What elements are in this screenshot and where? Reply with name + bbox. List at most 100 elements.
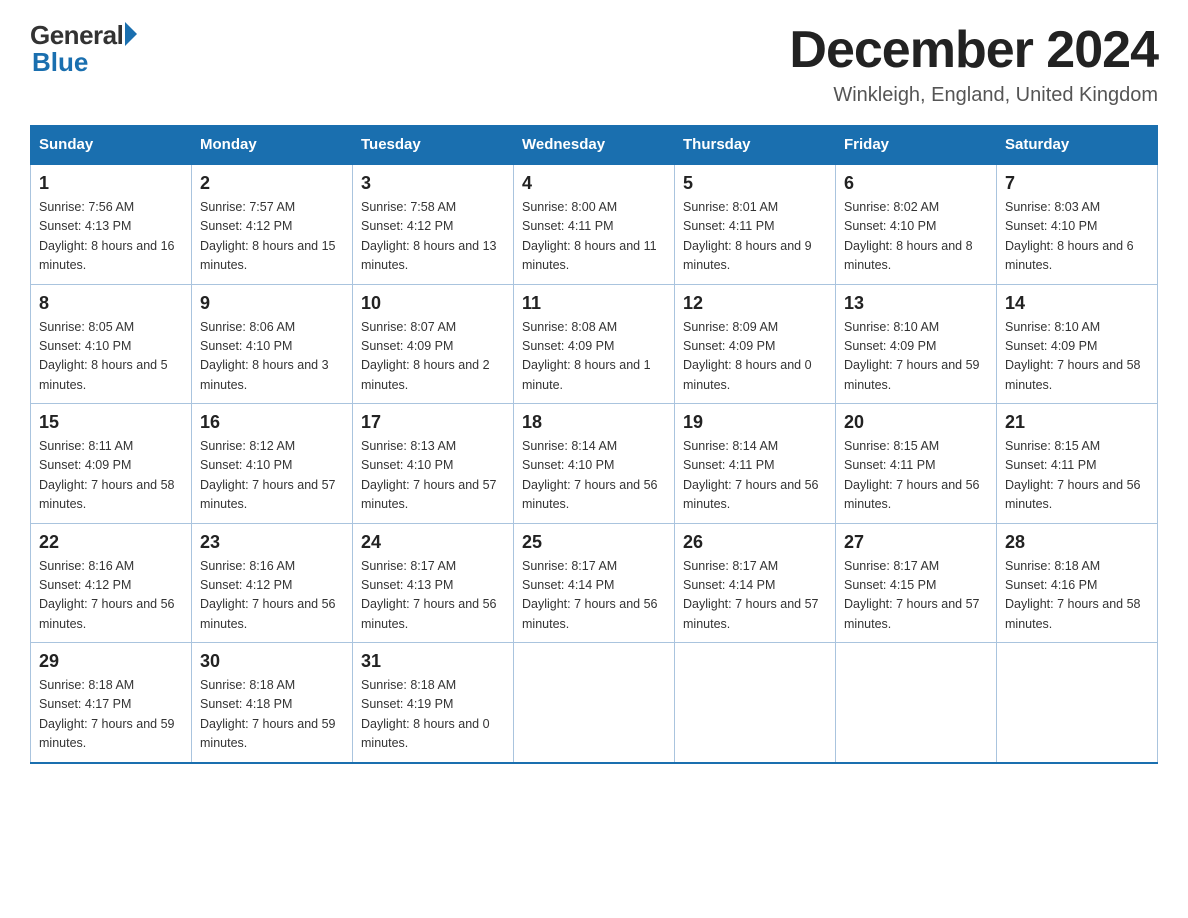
day-number: 16 (200, 412, 344, 433)
day-number: 21 (1005, 412, 1149, 433)
calendar-week-row: 22 Sunrise: 8:16 AMSunset: 4:12 PMDayligh… (31, 523, 1158, 643)
calendar-cell: 11Sunrise: 8:08 AMSunset: 4:09 PMDayligh… (514, 284, 675, 404)
calendar-cell: 26Sunrise: 8:17 AMSunset: 4:14 PMDayligh… (675, 523, 836, 643)
day-info: Sunrise: 8:16 AMSunset: 4:12 PMDaylight:… (39, 557, 183, 635)
day-number: 24 (361, 532, 505, 553)
logo-triangle-icon (125, 22, 137, 46)
col-saturday: Saturday (997, 126, 1158, 165)
day-info: Sunrise: 8:05 AMSunset: 4:10 PMDaylight:… (39, 318, 183, 396)
day-number: 8 (39, 293, 183, 314)
day-info: Sunrise: 7:57 AMSunset: 4:12 PMDaylight:… (200, 198, 344, 276)
logo-blue-text: Blue (32, 47, 88, 78)
page-header: General Blue December 2024 Winkleigh, En… (30, 20, 1158, 107)
col-thursday: Thursday (675, 126, 836, 165)
day-info: Sunrise: 7:58 AMSunset: 4:12 PMDaylight:… (361, 198, 505, 276)
day-info: Sunrise: 8:18 AMSunset: 4:18 PMDaylight:… (200, 676, 344, 754)
calendar-cell: 30 Sunrise: 8:18 AMSunset: 4:18 PMDayligh… (192, 643, 353, 763)
day-number: 17 (361, 412, 505, 433)
calendar-cell: 23Sunrise: 8:16 AMSunset: 4:12 PMDayligh… (192, 523, 353, 643)
calendar-cell: 10 Sunrise: 8:07 AMSunset: 4:09 PMDayligh… (353, 284, 514, 404)
calendar-cell: 27 Sunrise: 8:17 AMSunset: 4:15 PMDayligh… (836, 523, 997, 643)
day-info: Sunrise: 8:02 AMSunset: 4:10 PMDaylight:… (844, 198, 988, 276)
day-info: Sunrise: 8:10 AMSunset: 4:09 PMDaylight:… (1005, 318, 1149, 396)
day-number: 23 (200, 532, 344, 553)
calendar-cell: 18 Sunrise: 8:14 AMSunset: 4:10 PMDayligh… (514, 404, 675, 524)
day-info: Sunrise: 8:07 AMSunset: 4:09 PMDaylight:… (361, 318, 505, 396)
calendar-cell: 14 Sunrise: 8:10 AMSunset: 4:09 PMDayligh… (997, 284, 1158, 404)
day-number: 30 (200, 651, 344, 672)
day-number: 10 (361, 293, 505, 314)
day-number: 6 (844, 173, 988, 194)
day-info: Sunrise: 8:15 AMSunset: 4:11 PMDaylight:… (1005, 437, 1149, 515)
location-text: Winkleigh, England, United Kingdom (789, 84, 1158, 107)
calendar-cell: 25Sunrise: 8:17 AMSunset: 4:14 PMDayligh… (514, 523, 675, 643)
calendar-cell: 8 Sunrise: 8:05 AMSunset: 4:10 PMDaylight… (31, 284, 192, 404)
calendar-week-row: 8 Sunrise: 8:05 AMSunset: 4:10 PMDaylight… (31, 284, 1158, 404)
calendar-cell: 24 Sunrise: 8:17 AMSunset: 4:13 PMDayligh… (353, 523, 514, 643)
day-number: 14 (1005, 293, 1149, 314)
calendar-cell: 5Sunrise: 8:01 AMSunset: 4:11 PMDaylight… (675, 164, 836, 284)
day-number: 20 (844, 412, 988, 433)
day-info: Sunrise: 8:11 AMSunset: 4:09 PMDaylight:… (39, 437, 183, 515)
day-info: Sunrise: 8:06 AMSunset: 4:10 PMDaylight:… (200, 318, 344, 396)
calendar-cell: 3 Sunrise: 7:58 AMSunset: 4:12 PMDaylight… (353, 164, 514, 284)
day-info: Sunrise: 8:17 AMSunset: 4:13 PMDaylight:… (361, 557, 505, 635)
day-number: 19 (683, 412, 827, 433)
calendar-cell: 19Sunrise: 8:14 AMSunset: 4:11 PMDayligh… (675, 404, 836, 524)
day-info: Sunrise: 8:17 AMSunset: 4:14 PMDaylight:… (683, 557, 827, 635)
day-number: 12 (683, 293, 827, 314)
day-number: 2 (200, 173, 344, 194)
day-number: 31 (361, 651, 505, 672)
day-number: 22 (39, 532, 183, 553)
day-info: Sunrise: 8:13 AMSunset: 4:10 PMDaylight:… (361, 437, 505, 515)
calendar-cell (997, 643, 1158, 763)
day-info: Sunrise: 8:18 AMSunset: 4:17 PMDaylight:… (39, 676, 183, 754)
day-number: 29 (39, 651, 183, 672)
calendar-cell: 29 Sunrise: 8:18 AMSunset: 4:17 PMDayligh… (31, 643, 192, 763)
day-number: 9 (200, 293, 344, 314)
col-wednesday: Wednesday (514, 126, 675, 165)
calendar-cell: 9 Sunrise: 8:06 AMSunset: 4:10 PMDaylight… (192, 284, 353, 404)
day-number: 18 (522, 412, 666, 433)
calendar-cell: 13 Sunrise: 8:10 AMSunset: 4:09 PMDayligh… (836, 284, 997, 404)
day-info: Sunrise: 8:01 AMSunset: 4:11 PMDaylight:… (683, 198, 827, 276)
calendar-cell (675, 643, 836, 763)
calendar-cell: 12 Sunrise: 8:09 AMSunset: 4:09 PMDayligh… (675, 284, 836, 404)
day-number: 1 (39, 173, 183, 194)
calendar-cell: 31 Sunrise: 8:18 AMSunset: 4:19 PMDayligh… (353, 643, 514, 763)
day-number: 7 (1005, 173, 1149, 194)
day-info: Sunrise: 8:14 AMSunset: 4:10 PMDaylight:… (522, 437, 666, 515)
day-number: 28 (1005, 532, 1149, 553)
day-info: Sunrise: 8:12 AMSunset: 4:10 PMDaylight:… (200, 437, 344, 515)
calendar-cell: 17 Sunrise: 8:13 AMSunset: 4:10 PMDayligh… (353, 404, 514, 524)
day-info: Sunrise: 8:10 AMSunset: 4:09 PMDaylight:… (844, 318, 988, 396)
day-number: 15 (39, 412, 183, 433)
calendar-cell (514, 643, 675, 763)
day-info: Sunrise: 8:15 AMSunset: 4:11 PMDaylight:… (844, 437, 988, 515)
day-info: Sunrise: 8:17 AMSunset: 4:15 PMDaylight:… (844, 557, 988, 635)
calendar-cell: 7Sunrise: 8:03 AMSunset: 4:10 PMDaylight… (997, 164, 1158, 284)
col-tuesday: Tuesday (353, 126, 514, 165)
title-section: December 2024 Winkleigh, England, United… (789, 20, 1158, 107)
calendar-cell: 28Sunrise: 8:18 AMSunset: 4:16 PMDayligh… (997, 523, 1158, 643)
calendar-header: Sunday Monday Tuesday Wednesday Thursday… (31, 126, 1158, 165)
day-number: 27 (844, 532, 988, 553)
day-number: 3 (361, 173, 505, 194)
calendar-cell: 21 Sunrise: 8:15 AMSunset: 4:11 PMDayligh… (997, 404, 1158, 524)
calendar-cell: 20 Sunrise: 8:15 AMSunset: 4:11 PMDayligh… (836, 404, 997, 524)
day-info: Sunrise: 8:09 AMSunset: 4:09 PMDaylight:… (683, 318, 827, 396)
calendar-table: Sunday Monday Tuesday Wednesday Thursday… (30, 125, 1158, 764)
col-sunday: Sunday (31, 126, 192, 165)
day-info: Sunrise: 8:18 AMSunset: 4:19 PMDaylight:… (361, 676, 505, 754)
calendar-body: 1 Sunrise: 7:56 AMSunset: 4:13 PMDaylight… (31, 164, 1158, 763)
header-row: Sunday Monday Tuesday Wednesday Thursday… (31, 126, 1158, 165)
calendar-week-row: 15 Sunrise: 8:11 AMSunset: 4:09 PMDayligh… (31, 404, 1158, 524)
day-number: 13 (844, 293, 988, 314)
month-title: December 2024 (789, 20, 1158, 80)
calendar-cell: 15 Sunrise: 8:11 AMSunset: 4:09 PMDayligh… (31, 404, 192, 524)
day-number: 4 (522, 173, 666, 194)
calendar-cell (836, 643, 997, 763)
day-number: 25 (522, 532, 666, 553)
col-friday: Friday (836, 126, 997, 165)
day-info: Sunrise: 7:56 AMSunset: 4:13 PMDaylight:… (39, 198, 183, 276)
